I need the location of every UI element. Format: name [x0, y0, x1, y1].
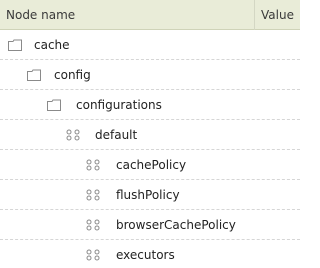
tree-row-label: browserCachePolicy: [116, 218, 236, 232]
tree-row-flushpolicy[interactable]: flushPolicy: [0, 180, 300, 210]
tree-row-label: cache: [34, 38, 70, 52]
tree-row-config[interactable]: config: [0, 60, 300, 90]
tree-table: Node name Value cache config configurati…: [0, 0, 300, 268]
node-icon: [86, 189, 100, 201]
column-header-value[interactable]: Value: [261, 8, 294, 22]
folder-icon: [8, 39, 22, 51]
tree-row-cachepolicy[interactable]: cachePolicy: [0, 150, 300, 180]
tree-row-default[interactable]: default: [0, 120, 300, 150]
node-icon: [66, 129, 80, 141]
tree-row-label: cachePolicy: [116, 158, 187, 172]
tree-row-configurations[interactable]: configurations: [0, 90, 300, 120]
table-header: Node name Value: [0, 0, 300, 30]
tree-row-label: executors: [116, 248, 175, 262]
tree-row-label: default: [95, 128, 138, 142]
tree-row-browsercachepolicy[interactable]: browserCachePolicy: [0, 210, 300, 240]
tree-row-cache[interactable]: cache: [0, 30, 300, 60]
tree-row-label: configurations: [76, 98, 162, 112]
folder-icon: [47, 99, 61, 111]
folder-icon: [27, 69, 41, 81]
node-icon: [86, 219, 100, 231]
tree-row-executors[interactable]: executors: [0, 240, 300, 268]
node-icon: [86, 249, 100, 261]
tree-row-label: config: [54, 68, 91, 82]
node-icon: [86, 159, 100, 171]
column-divider[interactable]: [254, 0, 255, 30]
column-header-node-name[interactable]: Node name: [6, 8, 75, 22]
tree-row-label: flushPolicy: [116, 188, 180, 202]
